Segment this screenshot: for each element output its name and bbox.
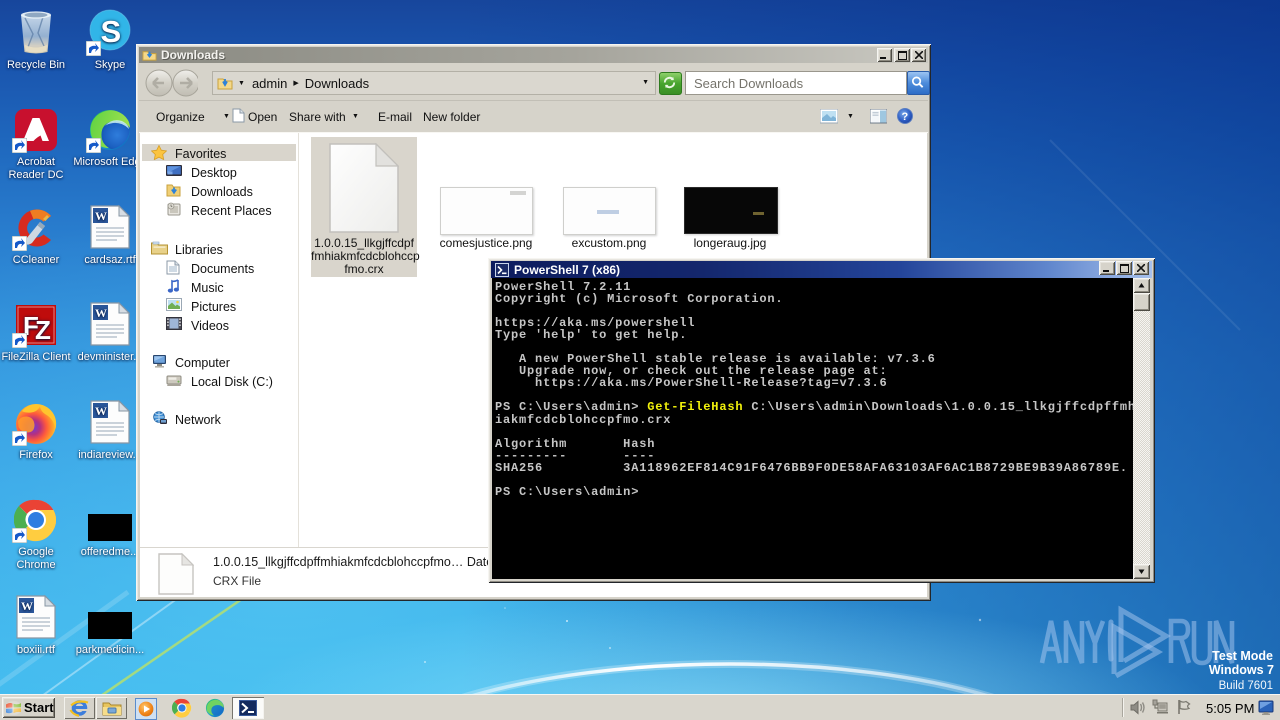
svg-text:W: W: [95, 306, 107, 320]
svg-text:W: W: [95, 404, 107, 418]
svg-text:S: S: [101, 14, 122, 49]
svg-text:Z: Z: [35, 315, 51, 345]
svg-text:Build 7601: Build 7601: [1219, 680, 1273, 692]
svg-text:Test Mode: Test Mode: [1212, 649, 1273, 663]
svg-text:W: W: [95, 209, 107, 223]
svg-text:?: ?: [902, 111, 909, 123]
svg-text:Windows 7: Windows 7: [1209, 663, 1274, 677]
svg-text:W: W: [21, 599, 33, 613]
